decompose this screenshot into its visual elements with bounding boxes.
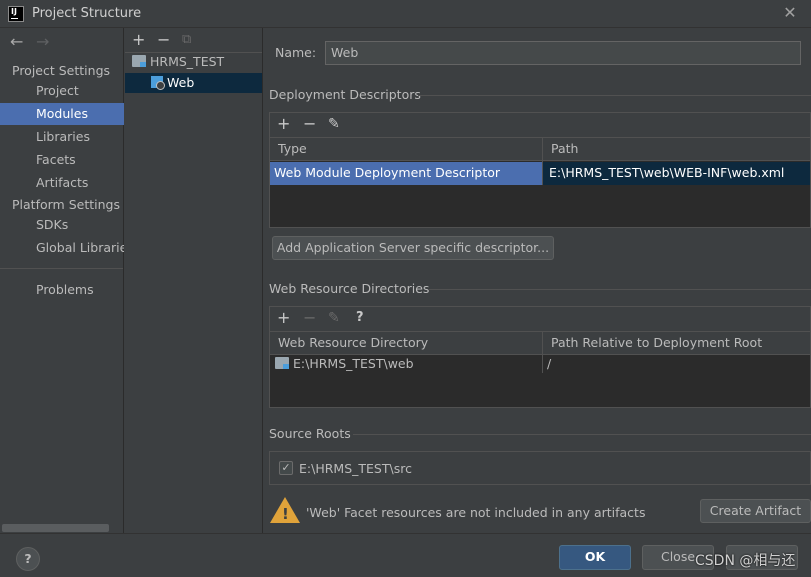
web-facet-icon [151,76,165,90]
nav-item-sdks[interactable]: SDKs [0,214,124,236]
directory-text: E:\HRMS_TEST\web [293,356,414,371]
project-settings-header: Project Settings [12,63,111,78]
deployment-descriptors-panel: + − ✎ Type Path Web Module Deployment De… [269,112,811,228]
nav-item-facets[interactable]: Facets [0,149,124,171]
column-header-web-resource-directory[interactable]: Web Resource Directory [270,332,428,354]
create-artifact-button[interactable]: Create Artifact [700,499,811,523]
nav-item-libraries[interactable]: Libraries [0,126,124,148]
column-header-type[interactable]: Type [270,138,307,160]
web-resource-table-body: E:\HRMS_TEST\web / [270,355,810,407]
module-tree: + − ⧉ HRMS_TEST Web [125,28,263,533]
name-label: Name: [275,45,317,60]
window-title: Project Structure [32,6,142,21]
edit-icon[interactable]: ✎ [328,116,340,132]
section-divider [418,95,811,96]
help-icon[interactable]: ? [356,310,364,326]
folder-icon [275,357,289,369]
table-row[interactable]: E:\HRMS_TEST\web / [270,355,810,373]
add-server-descriptor-button[interactable]: Add Application Server specific descript… [272,236,554,260]
column-header-relative-path[interactable]: Path Relative to Deployment Root [543,332,762,354]
add-icon[interactable]: + [277,310,290,326]
source-root-label: E:\HRMS_TEST\src [299,461,412,476]
column-header-path[interactable]: Path [543,138,578,160]
column-separator [542,161,543,185]
warning-icon: ! [270,497,300,523]
forward-arrow-icon[interactable]: → [36,32,49,51]
add-icon[interactable]: + [277,116,290,132]
nav-item-artifacts[interactable]: Artifacts [0,172,124,194]
title-bar: IJ Project Structure ✕ [0,0,811,28]
table-header: Web Resource Directory Path Relative to … [270,331,810,355]
tree-node-web[interactable]: Web [125,73,262,93]
nav-item-global-libraries[interactable]: Global Libraries [0,237,124,259]
nav-item-modules[interactable]: Modules [0,103,124,125]
app-icon-text: IJ [11,7,17,16]
nav-divider [0,268,123,269]
nav-item-project[interactable]: Project [0,80,124,102]
source-roots-title: Source Roots [269,426,351,441]
descriptors-table-body: Web Module Deployment Descriptor E:\HRMS… [270,161,810,227]
deployment-descriptors-title: Deployment Descriptors [269,87,421,102]
close-icon[interactable]: ✕ [780,3,800,23]
remove-icon[interactable]: − [157,32,170,48]
relative-path-cell[interactable]: / [543,353,810,375]
warning-icon-mark: ! [282,505,289,523]
section-divider [429,289,811,290]
source-roots-panel: ✓ E:\HRMS_TEST\src [269,451,811,485]
ok-button[interactable]: OK [559,545,631,570]
module-folder-icon [132,55,146,67]
source-root-checkbox[interactable]: ✓ [279,461,293,475]
csdn-watermark: CSDN @相与还 [695,553,796,569]
settings-nav: ← → Project Settings Project Modules Lib… [0,28,124,533]
web-resource-panel: + − ✎ ? Web Resource Directory Path Rela… [269,306,811,408]
edit-icon[interactable]: ✎ [328,310,340,326]
back-arrow-icon[interactable]: ← [10,32,23,51]
name-field[interactable]: Web [325,41,801,65]
column-separator [542,355,543,373]
platform-settings-header: Platform Settings [12,197,120,212]
descriptor-type-cell[interactable]: Web Module Deployment Descriptor [270,162,542,185]
table-header: Type Path [270,137,810,161]
remove-icon[interactable]: − [303,116,316,132]
intellij-app-icon: IJ [8,6,24,22]
copy-icon[interactable]: ⧉ [182,32,191,48]
remove-icon[interactable]: − [303,310,316,326]
help-button[interactable]: ? [16,547,40,571]
nav-horizontal-scrollbar[interactable] [2,524,109,532]
add-icon[interactable]: + [132,32,145,48]
web-resource-directories-title: Web Resource Directories [269,281,430,296]
descriptor-path-cell[interactable]: E:\HRMS_TEST\web\WEB-INF\web.xml [543,162,810,185]
table-row[interactable]: Web Module Deployment Descriptor E:\HRMS… [270,162,810,185]
web-resource-directory-cell[interactable]: E:\HRMS_TEST\web [270,353,542,375]
tree-node-label: Web [167,75,195,90]
tree-node-label: HRMS_TEST [150,54,225,69]
nav-item-problems[interactable]: Problems [0,279,124,301]
dialog-footer: ? OK Close CSDN @相与还 [0,533,811,577]
tree-node-hrms-test[interactable]: HRMS_TEST [125,52,262,72]
section-divider [353,434,811,435]
warning-text: 'Web' Facet resources are not included i… [306,505,646,520]
